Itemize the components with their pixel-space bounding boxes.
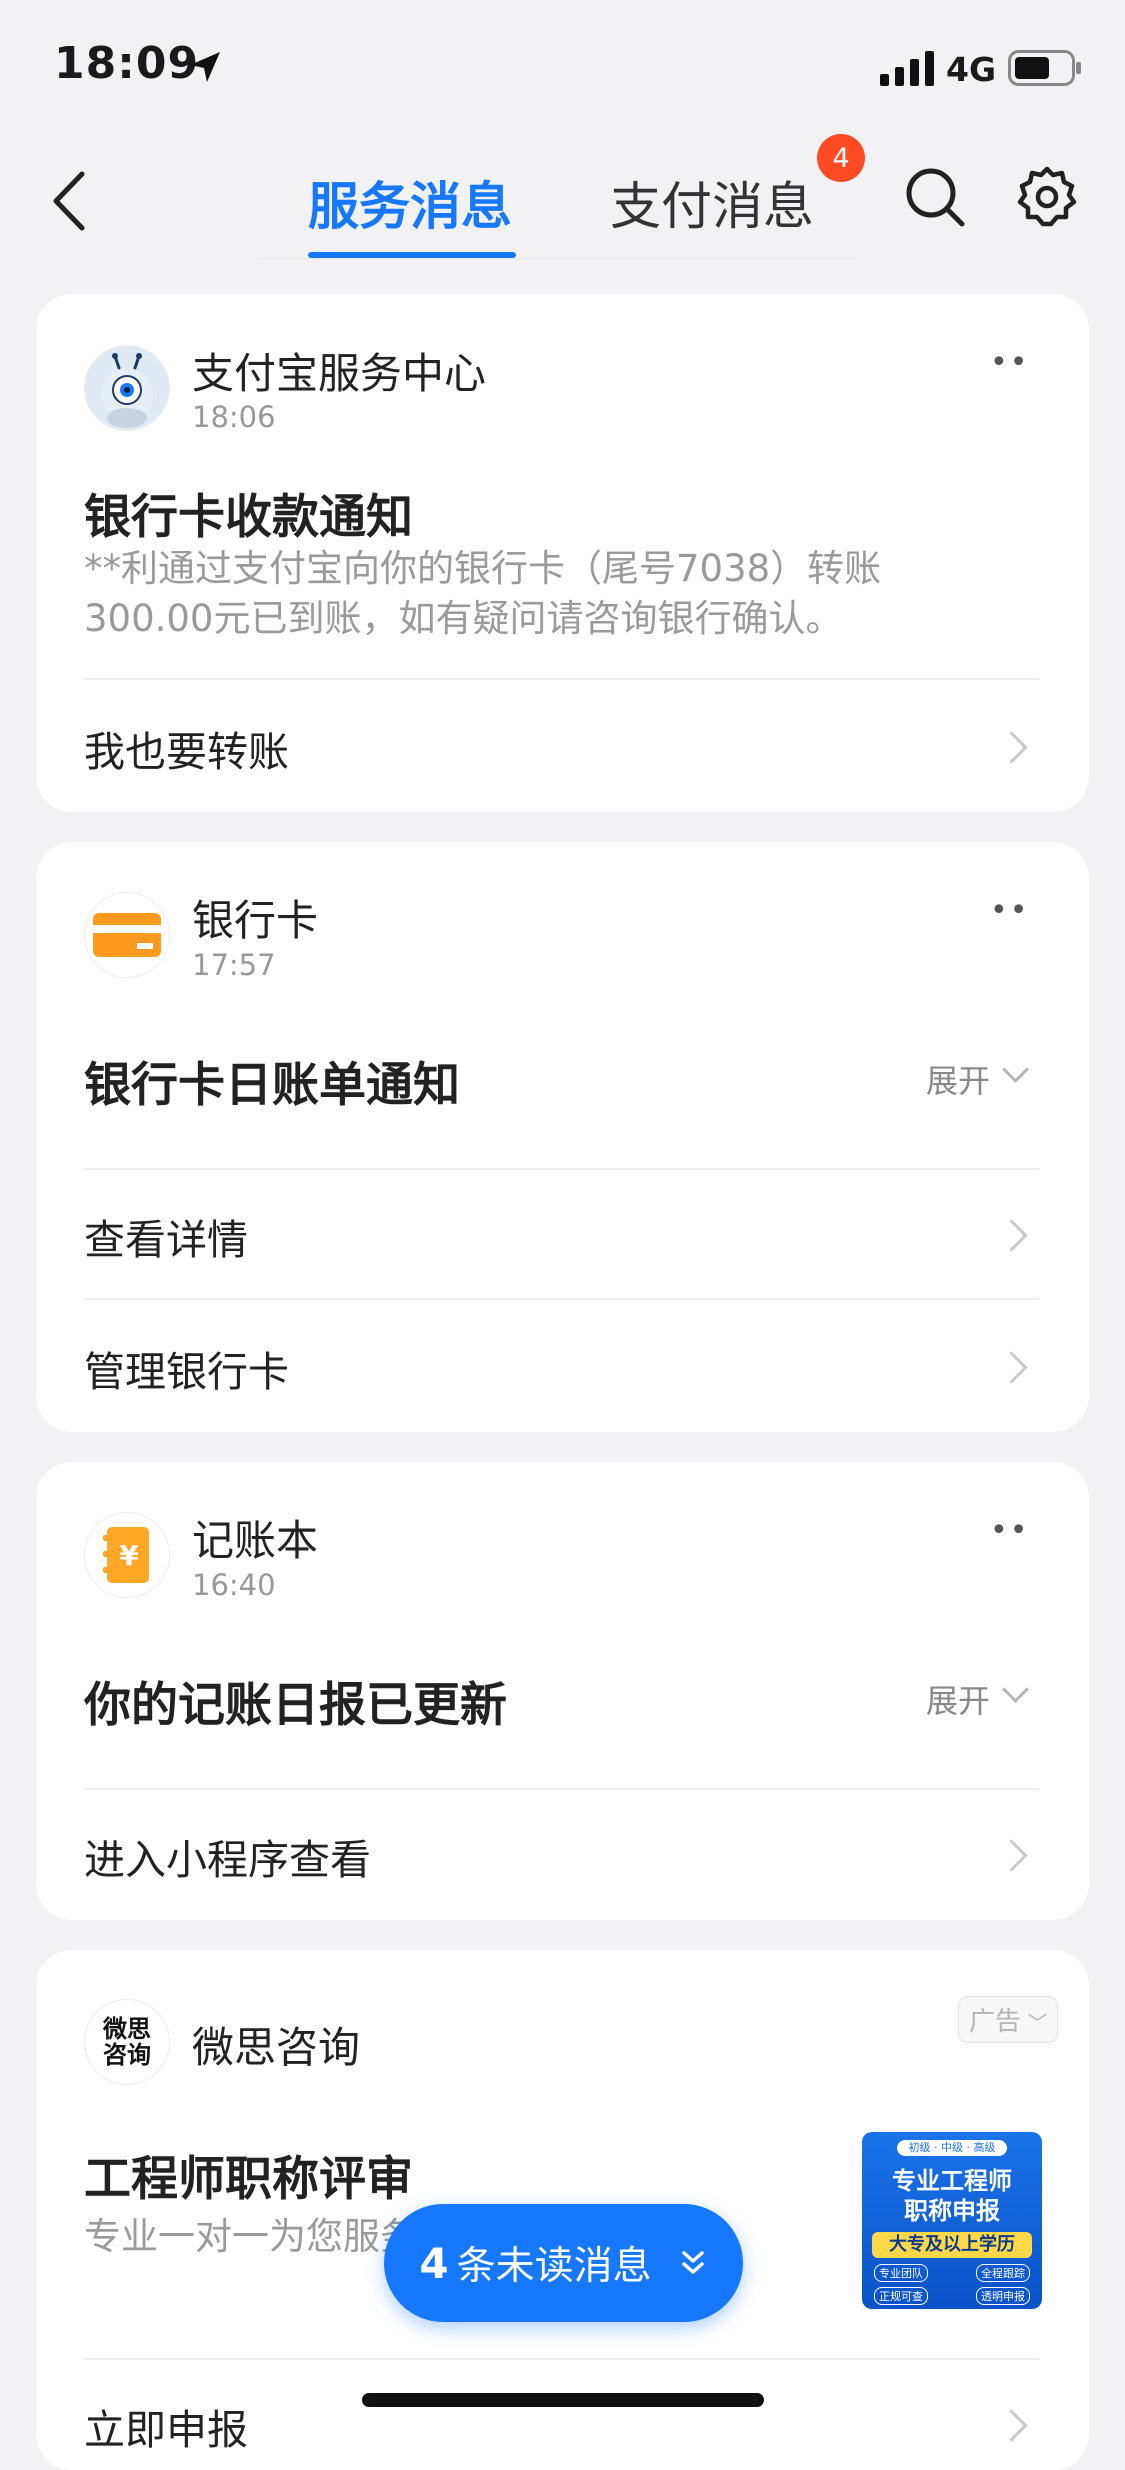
message-time: 17:57 [192,948,276,982]
ad-tag-item: 正规可查 [874,2287,928,2305]
action-open-mini-program[interactable]: 进入小程序查看 [84,1826,371,1886]
message-title: 银行卡收款通知 [84,490,413,545]
unread-badge: 4 [817,134,865,182]
settings-gear-icon[interactable] [1016,166,1078,228]
bank-card-icon [85,893,169,977]
more-options-icon[interactable]: •• [990,1513,1029,1548]
ad-tag[interactable]: 广告 ﹀ [958,1996,1059,2043]
action-manage-bank-card[interactable]: 管理银行卡 [84,1338,289,1398]
message-body-line2: 300.00元已到账，如有疑问请咨询银行确认。 [84,597,843,640]
message-time: 16:40 [192,1568,276,1602]
more-options-icon[interactable]: •• [990,893,1029,928]
sender-name: 支付宝服务中心 [192,349,487,398]
double-chevron-down-icon [681,2251,704,2274]
ad-image-band: 大专及以上学历 [872,2232,1032,2258]
more-options-icon[interactable]: •• [990,345,1029,380]
message-time: 18:06 [192,400,276,434]
ledger-avatar: ¥ [84,1512,170,1598]
expand-label[interactable]: 展开 [926,1676,990,1722]
action-transfer[interactable]: 我也要转账 [84,718,289,778]
expand-label[interactable]: 展开 [926,1056,990,1102]
card-divider [84,678,1039,680]
ad-image-line2: 职称申报 [904,2197,1000,2225]
svg-text:¥: ¥ [119,1539,139,1572]
ledger-book-icon: ¥ [85,1513,169,1597]
card-divider [84,1168,1039,1170]
ad-image-line1: 专业工程师 [892,2167,1012,2195]
unread-label: 条未读消息 [456,2244,652,2289]
network-label: 4G [946,50,997,89]
message-title: 银行卡日账单通知 [84,1058,460,1113]
bank-card-avatar [84,892,170,978]
battery-icon [1008,50,1081,86]
sender-name: 记账本 [192,1516,319,1565]
card-divider [84,1788,1039,1790]
sender-name: 微思咨询 [192,2023,361,2072]
location-arrow-icon [190,52,220,82]
avatar-logo-text: 微思咨询 [103,2015,151,2069]
sender-name: 银行卡 [192,896,319,945]
search-icon[interactable] [904,166,966,228]
message-title: 你的记账日报已更新 [84,1678,507,1733]
action-apply-now[interactable]: 立即申报 [84,2396,248,2456]
ad-image-tags: 专业团队 全程跟踪 正规可查 透明申报 [862,2258,1042,2305]
weisi-avatar: 微思咨询 [84,1999,170,2085]
status-time: 18:09 [54,38,200,89]
ad-image-top: 初级 · 中级 · 高级 [897,2140,1007,2156]
message-body-line1: **利通过支付宝向你的银行卡（尾号7038）转账 [84,547,882,590]
ant-mascot-icon [85,346,169,430]
home-indicator [362,2393,764,2407]
ad-tag-item: 全程跟踪 [976,2264,1030,2282]
back-icon[interactable] [48,170,88,232]
tab-service-messages[interactable]: 服务消息 [308,165,512,239]
action-view-details[interactable]: 查看详情 [84,1206,248,1266]
card-divider [84,1298,1039,1300]
unread-count: 4 [419,2238,449,2288]
ad-image[interactable]: 初级 · 中级 · 高级 专业工程师 职称申报 大专及以上学历 专业团队 全程跟… [862,2132,1042,2309]
ad-label: 广告 [969,2007,1022,2037]
unread-messages-button[interactable]: 4 条未读消息 [384,2204,743,2322]
signal-icon [880,51,934,86]
tab-payment-messages[interactable]: 支付消息 [610,165,814,239]
header-divider [258,258,858,259]
message-title: 工程师职称评审 [84,2152,413,2207]
card-divider [84,2358,1039,2360]
ad-tag-item: 专业团队 [874,2264,928,2282]
ad-tag-item: 透明申报 [976,2287,1030,2305]
alipay-service-avatar [84,345,170,431]
